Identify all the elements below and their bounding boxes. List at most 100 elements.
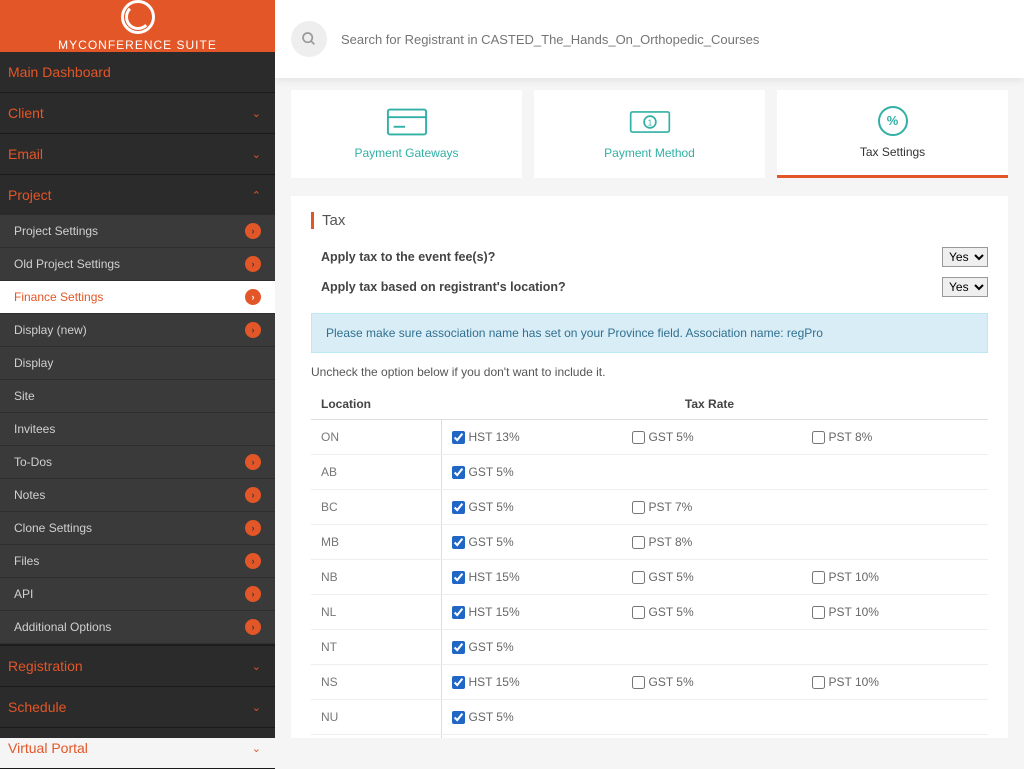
tax-checkbox[interactable] xyxy=(452,676,465,689)
tax-option-label: PST 10% xyxy=(829,675,879,689)
card-icon xyxy=(386,108,428,136)
search-icon[interactable] xyxy=(291,21,327,57)
tax-option[interactable]: HST 13% xyxy=(452,430,572,444)
col-location: Location xyxy=(311,389,441,420)
tax-checkbox[interactable] xyxy=(452,536,465,549)
table-row: NB HST 15% GST 5% PST 10% xyxy=(311,560,988,595)
nav-invitees[interactable]: Invitees› xyxy=(0,413,275,446)
nav-api[interactable]: API› xyxy=(0,578,275,611)
tax-checkbox[interactable] xyxy=(632,431,645,444)
tax-checkbox[interactable] xyxy=(632,606,645,619)
tax-option[interactable]: PST 7% xyxy=(632,500,752,514)
tax-checkbox[interactable] xyxy=(812,676,825,689)
tax-option[interactable]: GST 5% xyxy=(452,640,572,654)
rate-cell: HST 15% GST 5% PST 10% xyxy=(441,560,988,595)
table-row: NL HST 15% GST 5% PST 10% xyxy=(311,595,988,630)
arrow-right-icon: › xyxy=(245,553,261,569)
nav-old-project-settings[interactable]: Old Project Settings› xyxy=(0,248,275,281)
tax-option-label: HST 15% xyxy=(469,675,520,689)
nav-display-new[interactable]: Display (new)› xyxy=(0,314,275,347)
nav-display[interactable]: Display› xyxy=(0,347,275,380)
tax-option[interactable]: HST 15% xyxy=(452,570,572,584)
nav-additional-options[interactable]: Additional Options› xyxy=(0,611,275,644)
tax-option[interactable]: GST 5% xyxy=(452,535,572,549)
table-row: NT GST 5% xyxy=(311,630,988,665)
search-input[interactable] xyxy=(341,32,841,47)
location-cell: NU xyxy=(311,700,441,735)
tax-checkbox[interactable] xyxy=(812,431,825,444)
tax-option-label: PST 8% xyxy=(649,535,693,549)
nav-finance-settings[interactable]: Finance Settings› xyxy=(0,281,275,314)
tab-payment-method[interactable]: 1 Payment Method xyxy=(534,90,765,178)
tax-option-label: PST 7% xyxy=(649,500,693,514)
tab-payment-gateways[interactable]: Payment Gateways xyxy=(291,90,522,178)
tax-checkbox[interactable] xyxy=(452,606,465,619)
tax-option[interactable]: PST 10% xyxy=(812,605,932,619)
arrow-right-icon: › xyxy=(245,289,261,305)
nav-schedule[interactable]: Schedule⌄ xyxy=(0,687,275,727)
chevron-down-icon: ⌄ xyxy=(252,701,261,714)
nav-virtual-portal[interactable]: Virtual Portal⌄ xyxy=(0,728,275,768)
arrow-right-icon: › xyxy=(245,619,261,635)
tax-option[interactable]: GST 5% xyxy=(632,605,752,619)
tax-option-label: GST 5% xyxy=(649,430,694,444)
tax-option[interactable]: PST 8% xyxy=(632,535,752,549)
tax-checkbox[interactable] xyxy=(452,641,465,654)
tax-checkbox[interactable] xyxy=(452,571,465,584)
arrow-right-icon: › xyxy=(245,487,261,503)
select-apply-tax[interactable]: Yes xyxy=(942,247,988,267)
info-box: Please make sure association name has se… xyxy=(311,313,988,353)
tax-option-label: GST 5% xyxy=(469,710,514,724)
nav-registration[interactable]: Registration⌄ xyxy=(0,646,275,686)
tax-option[interactable]: GST 5% xyxy=(452,465,572,479)
tax-option[interactable]: GST 5% xyxy=(452,710,572,724)
tax-checkbox[interactable] xyxy=(632,501,645,514)
chevron-down-icon: ⌄ xyxy=(252,742,261,755)
tax-option[interactable]: GST 5% xyxy=(632,570,752,584)
arrow-right-icon: › xyxy=(245,520,261,536)
percent-icon: % xyxy=(872,107,914,135)
nav-client[interactable]: Client⌄ xyxy=(0,93,275,133)
tax-option-label: PST 10% xyxy=(829,570,879,584)
svg-text:1: 1 xyxy=(647,117,652,127)
tax-option-label: GST 5% xyxy=(469,500,514,514)
arrow-right-icon: › xyxy=(245,223,261,239)
chevron-down-icon: ⌄ xyxy=(252,148,261,161)
tax-option[interactable]: GST 5% xyxy=(632,430,752,444)
nav-clone-settings[interactable]: Clone Settings› xyxy=(0,512,275,545)
tax-option[interactable]: PST 10% xyxy=(812,675,932,689)
location-cell: NT xyxy=(311,630,441,665)
tax-checkbox[interactable] xyxy=(452,431,465,444)
tax-option-label: GST 5% xyxy=(649,570,694,584)
nav-project-settings[interactable]: Project Settings› xyxy=(0,215,275,248)
chevron-right-icon: › xyxy=(245,355,261,371)
tax-checkbox[interactable] xyxy=(812,606,825,619)
tax-option[interactable]: HST 15% xyxy=(452,675,572,689)
tax-checkbox[interactable] xyxy=(632,676,645,689)
nav-notes[interactable]: Notes› xyxy=(0,479,275,512)
select-tax-location[interactable]: Yes xyxy=(942,277,988,297)
tab-label: Tax Settings xyxy=(860,145,925,159)
location-cell: AB xyxy=(311,455,441,490)
tax-option[interactable]: PST 8% xyxy=(812,430,932,444)
tax-checkbox[interactable] xyxy=(452,466,465,479)
tax-checkbox[interactable] xyxy=(452,501,465,514)
nav-main-dashboard[interactable]: Main Dashboard xyxy=(0,52,275,92)
tax-option[interactable]: HST 15% xyxy=(452,605,572,619)
nav-site[interactable]: Site› xyxy=(0,380,275,413)
rate-cell: GST 5% xyxy=(441,700,988,735)
tax-option[interactable]: PST 10% xyxy=(812,570,932,584)
panel-title: Tax xyxy=(311,212,988,229)
tax-checkbox[interactable] xyxy=(452,711,465,724)
nav-project[interactable]: Project⌃ xyxy=(0,175,275,215)
tax-option[interactable]: GST 5% xyxy=(632,675,752,689)
nav-email[interactable]: Email⌄ xyxy=(0,134,275,174)
tab-tax-settings[interactable]: % Tax Settings xyxy=(777,90,1008,178)
tax-option[interactable]: GST 5% xyxy=(452,500,572,514)
tax-checkbox[interactable] xyxy=(632,571,645,584)
question-apply-tax: Apply tax to the event fee(s)? Yes xyxy=(311,243,988,273)
nav-todos[interactable]: To-Dos› xyxy=(0,446,275,479)
tax-checkbox[interactable] xyxy=(632,536,645,549)
nav-files[interactable]: Files› xyxy=(0,545,275,578)
tax-checkbox[interactable] xyxy=(812,571,825,584)
